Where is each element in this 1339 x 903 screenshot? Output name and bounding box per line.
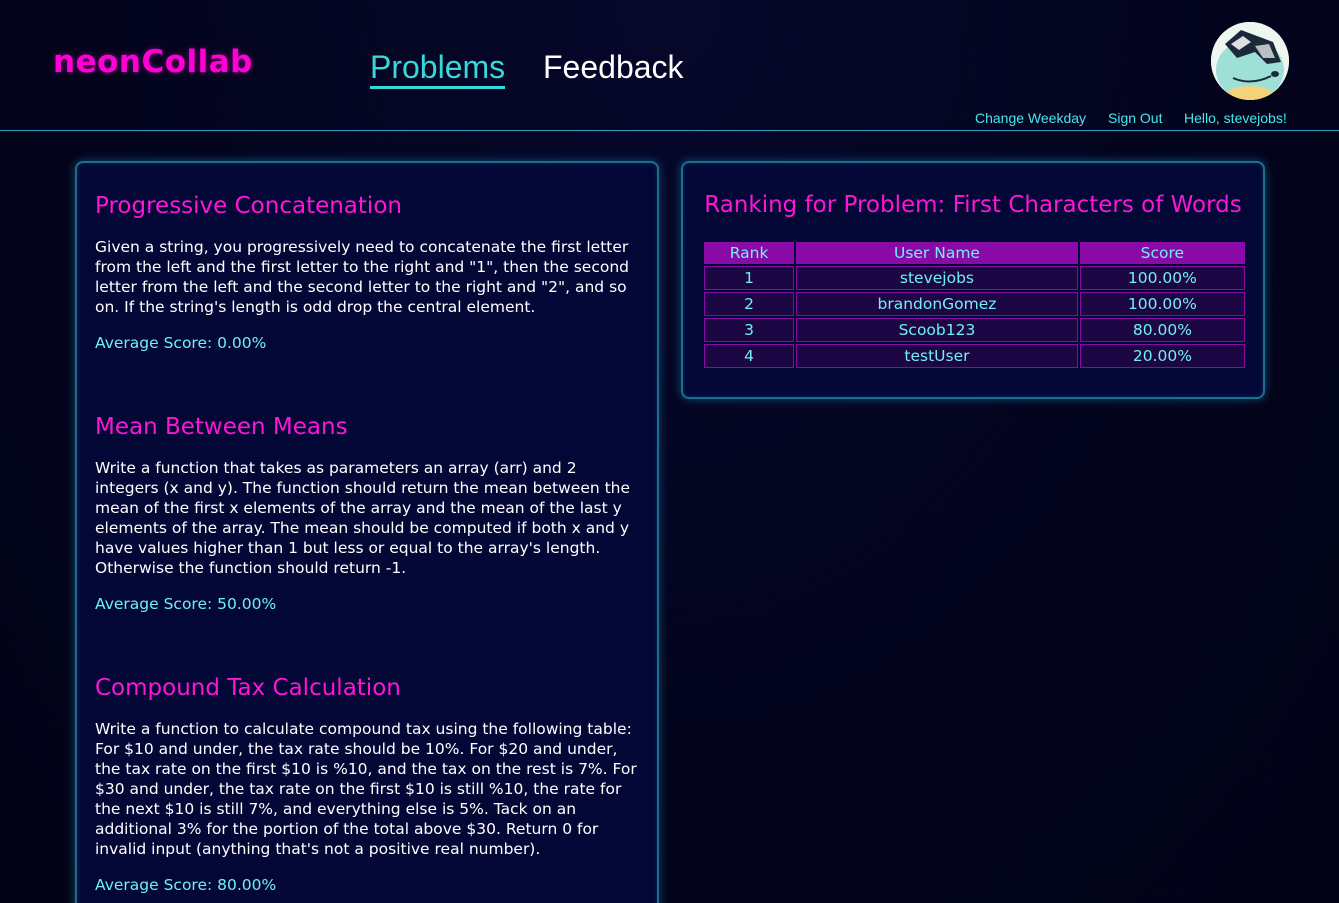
- score-cell: 100.00%: [1079, 292, 1245, 316]
- table-row: 3 Scoob123 80.00%: [704, 318, 1245, 342]
- problem-description: Write a function to calculate compound t…: [95, 720, 637, 858]
- rank-cell: 4: [704, 344, 795, 368]
- problem-title[interactable]: Mean Between Means: [95, 412, 640, 442]
- turtle-avatar-icon: [1211, 22, 1289, 100]
- problem-item[interactable]: Mean Between Means Write a function that…: [95, 412, 640, 614]
- problem-average-score: Average Score: 50.00%: [95, 595, 277, 613]
- table-row: 1 stevejobs 100.00%: [704, 266, 1245, 290]
- problem-title[interactable]: Progressive Concatenation: [95, 191, 640, 221]
- change-weekday-link[interactable]: Change Weekday: [975, 110, 1086, 126]
- problem-item[interactable]: Progressive Concatenation Given a string…: [95, 191, 640, 353]
- ranking-header-row: Rank User Name Score: [704, 242, 1245, 264]
- username-cell: Scoob123: [796, 318, 1078, 342]
- score-cell: 80.00%: [1079, 318, 1245, 342]
- nav-problems-link[interactable]: Problems: [370, 48, 506, 89]
- problem-item[interactable]: Compound Tax Calculation Write a functio…: [95, 673, 640, 895]
- ranking-title: Ranking for Problem: First Characters of…: [704, 192, 1242, 218]
- nav-feedback-link[interactable]: Feedback: [543, 48, 684, 86]
- problem-description: Write a function that takes as parameter…: [95, 459, 631, 577]
- user-avatar[interactable]: [1211, 22, 1289, 100]
- rank-column-header: Rank: [704, 242, 795, 264]
- username-column-header: User Name: [796, 242, 1078, 264]
- username-cell: brandonGomez: [796, 292, 1078, 316]
- problem-title[interactable]: Compound Tax Calculation: [95, 673, 640, 703]
- table-row: 2 brandonGomez 100.00%: [704, 292, 1245, 316]
- score-column-header: Score: [1079, 242, 1245, 264]
- rank-cell: 1: [704, 266, 795, 290]
- problem-description: Given a string, you progressively need t…: [95, 238, 629, 316]
- problem-average-score: Average Score: 0.00%: [95, 334, 267, 352]
- problem-average-score: Average Score: 80.00%: [95, 876, 277, 894]
- problems-panel: Progressive Concatenation Given a string…: [75, 161, 659, 903]
- ranking-table: Rank User Name Score 1 stevejobs 100.00%…: [702, 240, 1247, 370]
- score-cell: 20.00%: [1079, 344, 1245, 368]
- user-greeting: Hello, stevejobs!: [1184, 110, 1287, 126]
- score-cell: 100.00%: [1079, 266, 1245, 290]
- rank-cell: 3: [704, 318, 795, 342]
- ranking-panel: Ranking for Problem: First Characters of…: [681, 161, 1265, 399]
- top-navigation-bar: neonCollab Problems Feedback Change Week…: [0, 0, 1339, 131]
- app-logo[interactable]: neonCollab: [53, 44, 253, 80]
- username-cell: stevejobs: [796, 266, 1078, 290]
- sign-out-link[interactable]: Sign Out: [1108, 110, 1162, 126]
- rank-cell: 2: [704, 292, 795, 316]
- table-row: 4 testUser 20.00%: [704, 344, 1245, 368]
- username-cell: testUser: [796, 344, 1078, 368]
